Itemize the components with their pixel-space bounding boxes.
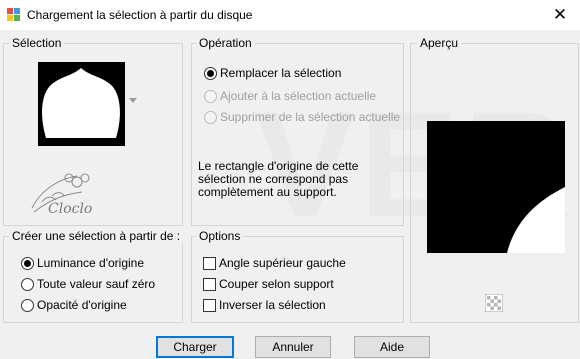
checkbox-invert-selection-label[interactable]: Inverser la sélection: [219, 298, 326, 312]
mismatch-note: Le rectangle d'origine de cette sélectio…: [198, 159, 359, 199]
load-button[interactable]: Charger: [156, 336, 234, 358]
operation-panel-title: Opération: [196, 36, 255, 50]
close-button[interactable]: ✕: [540, 0, 580, 30]
radio-replace-selection[interactable]: [204, 67, 217, 80]
checkbox-crop-to-canvas[interactable]: [203, 278, 216, 291]
checkbox-crop-to-canvas-label[interactable]: Couper selon support: [219, 277, 334, 291]
radio-add-selection-label[interactable]: Ajouter à la sélection actuelle: [220, 89, 376, 103]
checkerboard-icon[interactable]: [485, 294, 503, 312]
checkbox-invert-selection[interactable]: [203, 299, 216, 312]
radio-source-opacity-label[interactable]: Opacité d'origine: [37, 298, 127, 312]
preview-image: [427, 121, 565, 253]
checkbox-top-left-corner[interactable]: [203, 257, 216, 270]
radio-source-luminance[interactable]: [21, 257, 34, 270]
checkbox-top-left-corner-label[interactable]: Angle supérieur gauche: [219, 256, 346, 270]
app-icon: [7, 8, 20, 21]
radio-subtract-selection-label[interactable]: Supprimer de la sélection actuelle: [220, 110, 400, 124]
dropdown-arrow-icon[interactable]: [129, 98, 137, 104]
radio-non-zero-value[interactable]: [21, 278, 34, 291]
options-panel-title: Options: [196, 229, 244, 243]
window-title: Chargement la sélection à partir du disq…: [27, 8, 253, 22]
radio-subtract-selection[interactable]: [204, 111, 217, 124]
title-bar: Chargement la sélection à partir du disq…: [0, 0, 580, 30]
radio-replace-selection-label[interactable]: Remplacer la sélection: [220, 66, 341, 80]
preview-panel-title: Aperçu: [417, 36, 462, 50]
cancel-button[interactable]: Annuler: [255, 336, 331, 358]
selection-thumbnail[interactable]: [38, 62, 125, 146]
selection-panel-title: Sélection: [9, 36, 65, 50]
cloclo-signature: Cloclo: [48, 201, 93, 217]
radio-source-luminance-label[interactable]: Luminance d'origine: [37, 256, 144, 270]
selection-shape: [42, 68, 120, 138]
help-button[interactable]: Aide: [354, 336, 430, 358]
radio-add-selection[interactable]: [204, 90, 217, 103]
radio-source-opacity[interactable]: [21, 299, 34, 312]
create-from-panel-title: Créer une sélection à partir de :: [9, 229, 184, 243]
radio-non-zero-value-label[interactable]: Toute valeur sauf zéro: [37, 277, 155, 291]
